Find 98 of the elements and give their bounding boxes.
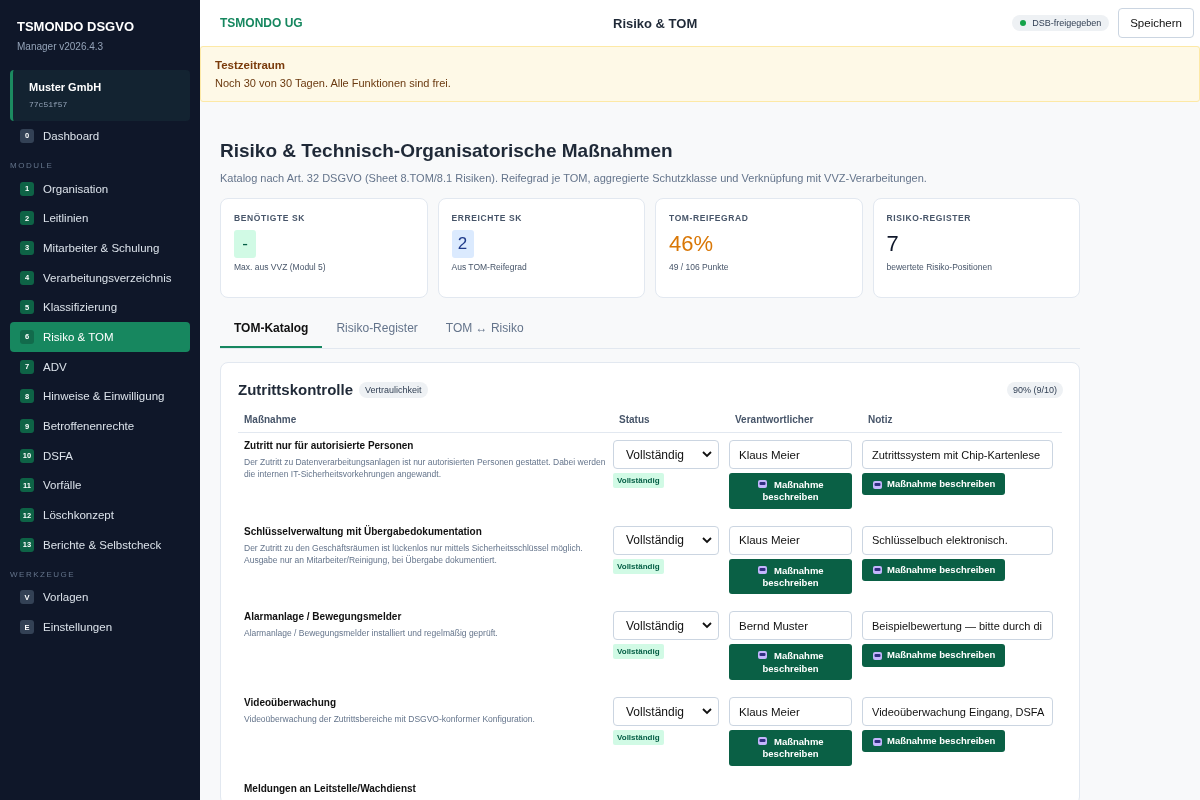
stat-label: RISIKO-REGISTER bbox=[886, 213, 973, 223]
robot-icon bbox=[872, 564, 883, 576]
note-field[interactable]: Videoüberwachung Eingang, DSFA bbox=[862, 697, 1053, 727]
column-header: Verantwortlicher bbox=[729, 414, 862, 433]
note-field[interactable]: Schlüsselbuch elektronisch. bbox=[862, 525, 1053, 555]
stat-value: - bbox=[234, 230, 256, 258]
section-heading: WERKZEUGE bbox=[10, 569, 77, 579]
robot-icon bbox=[757, 649, 769, 661]
heading: Risiko & Technisch-Organisatorische Maßnahmen bbox=[220, 140, 674, 162]
section-heading: MODULE bbox=[10, 160, 55, 170]
status-select[interactable]: Vollständig bbox=[613, 697, 719, 727]
tab[interactable]: TOM ↔ Risiko bbox=[431, 308, 538, 348]
stat-label: ERREICHTE SK bbox=[451, 213, 523, 223]
banner-title: Testzeitraum bbox=[215, 59, 287, 71]
nav-label: Löschkonzept bbox=[43, 509, 114, 522]
measure-title: Videoüberwachung bbox=[244, 697, 338, 709]
nav-label: Verarbeitungsverzeichnis bbox=[43, 271, 172, 284]
robot-icon bbox=[757, 735, 769, 747]
status-badge: Vollständig bbox=[613, 558, 664, 574]
owner-field[interactable]: Bernd Muster bbox=[729, 611, 852, 641]
describe-button[interactable]: Maßnahme beschreiben bbox=[729, 730, 852, 766]
chevron-icon bbox=[702, 451, 712, 458]
stat-value: 7 bbox=[886, 230, 900, 258]
nav-label: Mitarbeiter & Schulung bbox=[43, 241, 160, 254]
status-label: DSB-freigegeben bbox=[1032, 18, 1102, 28]
describe-button[interactable]: Maßnahme beschreiben bbox=[729, 558, 852, 595]
nav-label: Leitlinien bbox=[43, 212, 89, 225]
nav-label: Klassifizierung bbox=[43, 301, 118, 314]
score-badge: 90% (9/10) bbox=[1006, 381, 1063, 398]
company-name: Muster GmbH bbox=[29, 81, 103, 93]
nav-label: Betroffenenrechte bbox=[43, 420, 135, 433]
version-label: Manager v2026.4.3 bbox=[17, 41, 105, 52]
category-tag: Vertraulichkeit bbox=[359, 381, 428, 398]
status-select[interactable]: Vollständig bbox=[613, 611, 719, 641]
owner-field[interactable]: Klaus Meier bbox=[729, 525, 852, 555]
measure-title: Meldungen an Leitstelle/Wachdienst bbox=[244, 782, 417, 794]
nav-label: Dashboard bbox=[43, 129, 100, 142]
robot-icon bbox=[872, 650, 883, 662]
status-badge: Vollständig bbox=[613, 473, 664, 488]
company-card[interactable]: Muster GmbH 77c51f57 bbox=[10, 70, 190, 121]
subtitle: Katalog nach Art. 32 DSGVO (Sheet 8.TOM/8.1 Risiken). Reifegrad je TOM, aggregierte Schutzklasse und Verknüpfung mit VVZ-Verarbeitungen. bbox=[220, 172, 928, 184]
nav-label: Einstellungen bbox=[43, 621, 113, 634]
nav-label: Organisation bbox=[43, 182, 109, 195]
stat-note: 49 / 106 Punkte bbox=[669, 262, 730, 272]
measure-title: Schlüsselverwaltung mit Übergabedokumentation bbox=[244, 525, 483, 537]
status-badge: Vollständig bbox=[613, 644, 664, 660]
stat-note: Max. aus VVZ (Modul 5) bbox=[234, 262, 327, 272]
stat-note: bewertete Risiko-Positionen bbox=[886, 262, 993, 272]
nav-label: Vorlagen bbox=[43, 591, 89, 604]
banner-text: Noch 30 von 30 Tagen. Alle Funktionen sind frei. bbox=[215, 77, 452, 89]
robot-icon bbox=[757, 563, 769, 575]
measure-title: Alarmanlage / Bewegungsmelder bbox=[244, 611, 403, 623]
measure-description: Alarmanlage / Bewegungsmelder installiert und regelmäßig geprüft. bbox=[244, 627, 499, 640]
nav-label: Vorfälle bbox=[43, 479, 82, 492]
chevron-icon bbox=[702, 622, 712, 630]
status-select[interactable]: Vollständig bbox=[613, 440, 719, 469]
column-header: Status bbox=[613, 414, 729, 433]
tab[interactable]: TOM-Katalog bbox=[220, 308, 323, 348]
measure-description: Der Zutritt zu den Geschäftsräumen ist lückenlos nur mittels Sicherheitsschlüssel möglich. Ausgabe nur an Mitarbeiter/Reinigung, bei Übergabe dokumentiert. bbox=[244, 541, 584, 567]
status-badge: Vollständig bbox=[613, 730, 664, 746]
measure-description: Videoüberwachung der Zutrittsbereiche mit DSGVO-konformer Konfiguration. bbox=[244, 713, 536, 726]
describe-button[interactable]: Maßnahme beschreiben bbox=[862, 558, 1006, 582]
nav-label: DSFA bbox=[43, 449, 74, 462]
stat-value: 2 bbox=[451, 230, 474, 258]
chevron-icon bbox=[702, 708, 712, 716]
robot-icon bbox=[872, 735, 883, 747]
measure-title: Zutritt nur für autorisierte Personen bbox=[244, 440, 415, 451]
nav-label: Hinweise & Einwilligung bbox=[43, 390, 165, 403]
owner-field[interactable]: Klaus Meier bbox=[729, 697, 852, 727]
describe-button[interactable]: Maßnahme beschreiben bbox=[862, 473, 1006, 496]
organization-name: TSMONDO UG bbox=[220, 16, 303, 30]
tab[interactable]: Risiko-Register bbox=[322, 308, 432, 348]
note-field[interactable]: Zutrittssystem mit Chip-Kartenlese bbox=[862, 440, 1053, 469]
column-header: Notiz bbox=[862, 414, 1062, 433]
stat-label: TOM-REIFEGRAD bbox=[669, 213, 750, 223]
save-button[interactable]: Speichern bbox=[1118, 8, 1194, 38]
nav-label: Risiko & TOM bbox=[43, 330, 114, 343]
page-title: Risiko & TOM bbox=[613, 15, 698, 31]
stat-note: Aus TOM-Reifegrad bbox=[451, 262, 528, 272]
section-title: Zutrittskontrolle bbox=[238, 381, 353, 398]
robot-icon bbox=[872, 478, 883, 490]
nav-label: ADV bbox=[43, 360, 67, 373]
status-select[interactable]: Vollständig bbox=[613, 525, 719, 555]
note-field[interactable]: Beispielbewertung — bitte durch di bbox=[862, 611, 1053, 641]
describe-button[interactable]: Maßnahme beschreiben bbox=[862, 730, 1006, 753]
column-header: Maßnahme bbox=[238, 414, 613, 433]
chevron-icon bbox=[702, 536, 712, 544]
owner-field[interactable]: Klaus Meier bbox=[729, 440, 852, 469]
describe-button[interactable]: Maßnahme beschreiben bbox=[729, 473, 852, 509]
describe-button[interactable]: Maßnahme beschreiben bbox=[862, 644, 1006, 667]
nav-label: Berichte & Selbstcheck bbox=[43, 538, 162, 551]
app-title: TSMONDO DSGVO bbox=[17, 19, 135, 34]
stat-label: BENÖTIGTE SK bbox=[234, 213, 306, 223]
describe-button[interactable]: Maßnahme beschreiben bbox=[729, 644, 852, 681]
robot-icon bbox=[757, 478, 769, 489]
stat-value: 46% bbox=[669, 230, 715, 258]
company-id: 77c51f57 bbox=[29, 100, 69, 109]
measure-description: Der Zutritt zu Datenverarbeitungsanlagen ist nur autorisierten Personen gestattet. Dabei werden die internen IT-Sicherheitsvorkehrungen angewandt. bbox=[244, 456, 607, 481]
